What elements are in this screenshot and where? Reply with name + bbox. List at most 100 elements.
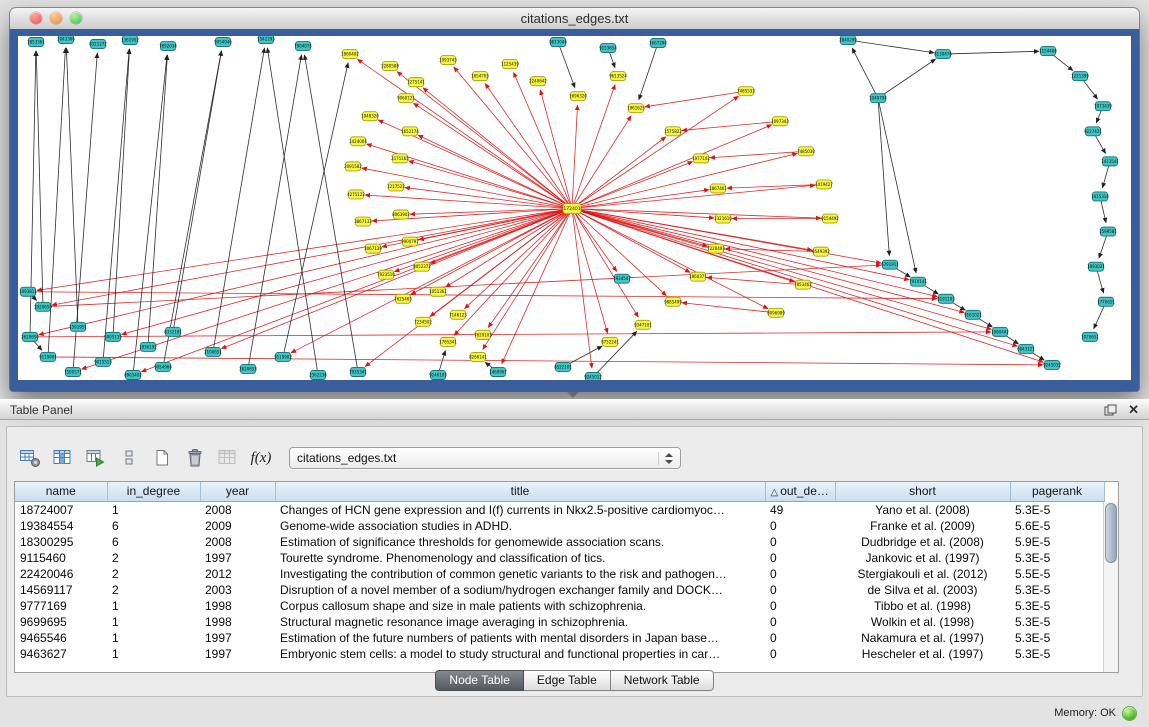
table-scrollbar[interactable]	[1103, 502, 1118, 672]
network-node[interactable]: 7910141	[909, 277, 927, 286]
column-header-out-degree[interactable]: △out_de…	[765, 482, 835, 501]
network-node[interactable]: 8191103	[937, 294, 955, 303]
network-node[interactable]: 1860402	[341, 50, 359, 59]
network-node[interactable]: 1993743	[439, 56, 457, 65]
network-node[interactable]: 1321610	[714, 214, 732, 223]
network-node[interactable]: 7935341	[349, 367, 367, 376]
network-node[interactable]: 1973439	[1094, 102, 1112, 111]
network-node[interactable]: 9154492	[821, 214, 839, 223]
network-node[interactable]: 8266141	[469, 352, 487, 361]
tab-node-table[interactable]: Node Table	[435, 670, 524, 691]
network-node[interactable]: 1361952	[121, 36, 139, 45]
network-node[interactable]: 1770651	[1097, 297, 1115, 306]
network-node[interactable]: 7620103	[474, 330, 492, 339]
network-node[interactable]: 1948320	[361, 112, 379, 121]
network-node[interactable]: 1125439	[501, 60, 519, 69]
network-node[interactable]: 2620653	[239, 364, 257, 373]
network-node[interactable]: 2175165	[391, 154, 409, 163]
network-node[interactable]: 9245012	[584, 372, 602, 380]
table-row[interactable]: 969969511998Structural magnetic resonanc…	[15, 614, 1104, 630]
network-node[interactable]: 9054946	[214, 38, 232, 47]
import-table-icon[interactable]	[83, 445, 109, 471]
network-node[interactable]: 9015513	[94, 357, 112, 366]
network-node[interactable]: 2043366	[57, 36, 75, 44]
network-node[interactable]: 6843121	[1017, 344, 1035, 353]
network-node[interactable]: 1154408	[1039, 47, 1057, 56]
table-row[interactable]: 911546021997Tourette syndrome. Phenomeno…	[15, 550, 1104, 566]
network-node[interactable]: 1413541	[1101, 157, 1119, 166]
network-node[interactable]: 8549392	[812, 247, 830, 256]
network-node[interactable]: 1977142	[692, 154, 710, 163]
network-node[interactable]: 9900797	[401, 237, 419, 246]
network-node[interactable]: 9054966	[154, 362, 172, 371]
network-node[interactable]: 7234502	[414, 317, 432, 326]
network-node[interactable]: 1542293	[257, 36, 275, 44]
table-row[interactable]: 1830029562008Estimation of significance …	[15, 534, 1104, 550]
network-node[interactable]: 1051361	[429, 287, 447, 296]
tab-network-table[interactable]: Network Table	[611, 670, 714, 691]
network-node[interactable]: 8903402	[124, 370, 142, 379]
network-node[interactable]: 3867133	[354, 217, 372, 226]
network-node[interactable]: 8063902	[392, 210, 410, 219]
network-node[interactable]: 1867461	[709, 184, 727, 193]
table-row[interactable]: 2242004622012Investigating the contribut…	[15, 566, 1104, 582]
network-node[interactable]: 8332181	[164, 327, 182, 336]
network-node[interactable]: 1667294	[649, 39, 667, 48]
close-panel-icon[interactable]: ✕	[1128, 403, 1139, 416]
network-node[interactable]: 1696320	[569, 92, 587, 101]
network-node[interactable]: 8130476	[934, 50, 952, 59]
table-row[interactable]: 1938455462009Genome-wide association stu…	[15, 518, 1104, 534]
network-node[interactable]: 9246103	[429, 370, 447, 379]
network-node[interactable]: 7904075	[294, 42, 312, 51]
network-node[interactable]: 1019427	[815, 180, 833, 189]
network-node[interactable]: 7146123	[449, 310, 467, 319]
network-node[interactable]: 172401	[563, 203, 581, 213]
network-node[interactable]: 4275122	[347, 190, 365, 199]
window-zoom-button[interactable]	[70, 12, 82, 24]
tab-edge-table[interactable]: Edge Table	[524, 670, 611, 691]
network-node[interactable]: 2280588	[381, 62, 399, 71]
network-node[interactable]: 9347101	[634, 320, 652, 329]
window-minimize-button[interactable]	[50, 12, 62, 24]
window-titlebar[interactable]: citations_edges.txt	[10, 8, 1139, 30]
network-node[interactable]: 9153654	[599, 44, 617, 53]
network-canvas[interactable]: 1853361204336683212721361952769203490549…	[18, 36, 1131, 380]
network-node[interactable]: 1591951	[69, 322, 87, 331]
network-node[interactable]: 1070651	[1081, 332, 1099, 341]
network-node[interactable]: 1275141	[407, 78, 425, 87]
table-row[interactable]: 1872400712008Changes of HCN gene express…	[15, 501, 1104, 518]
table-row[interactable]: 1456911722003Disruption of a novel membe…	[15, 582, 1104, 598]
network-node[interactable]: 1093021	[1087, 262, 1105, 271]
column-header-title[interactable]: title	[275, 482, 765, 501]
network-node[interactable]: 9613524	[609, 72, 627, 81]
show-columns-icon[interactable]	[50, 445, 76, 471]
network-node[interactable]: 7590571	[64, 367, 82, 376]
network-node[interactable]: 8321272	[89, 40, 107, 49]
table-selector[interactable]: citations_edges.txt	[289, 447, 681, 469]
network-node[interactable]: 9119902	[274, 352, 292, 361]
network-node[interactable]: 1652174	[401, 127, 419, 136]
network-node[interactable]: 7485533	[737, 87, 755, 96]
network-node[interactable]: 1415314	[1091, 192, 1109, 201]
column-header-name[interactable]: name	[15, 482, 107, 501]
delete-table-icon[interactable]	[182, 445, 208, 471]
network-node[interactable]: 6791911	[881, 260, 899, 269]
network-node[interactable]: 2840299	[839, 36, 857, 45]
network-node[interactable]: 1460967	[489, 367, 507, 376]
row-height-icon[interactable]	[116, 445, 142, 471]
network-node[interactable]: 9119901	[39, 352, 57, 361]
network-node[interactable]: 8096989	[767, 308, 785, 317]
network-node[interactable]: 2620650	[21, 332, 39, 341]
table-row[interactable]: 977716911998Corpus callosum shape and si…	[15, 598, 1104, 614]
network-node[interactable]: 9227421	[1084, 127, 1102, 136]
table-row[interactable]: 946362711997Embryonic stem cells: a mode…	[15, 646, 1104, 662]
network-node[interactable]: 1934547	[613, 274, 631, 283]
function-builder-icon[interactable]: f(x)	[248, 445, 274, 471]
network-node[interactable]: 1060442	[991, 327, 1009, 336]
network-node[interactable]: 9245032	[1043, 360, 1061, 369]
network-node[interactable]: 1860371	[689, 272, 707, 281]
column-header-pagerank[interactable]: pagerank	[1010, 482, 1104, 501]
network-node[interactable]: 7853462	[794, 280, 812, 289]
network-node[interactable]: 9060121	[397, 94, 415, 103]
network-node[interactable]: 1853361	[27, 38, 45, 47]
